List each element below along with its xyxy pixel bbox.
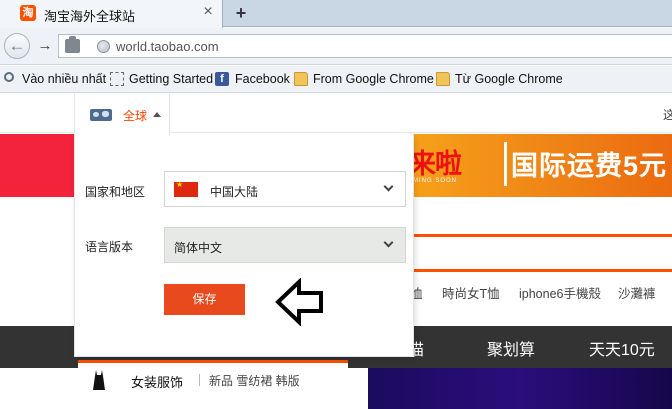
region-settings-panel: 国家和地区 中国大陆 语言版本 简体中文 保存	[74, 134, 414, 357]
banner-left[interactable]	[0, 134, 80, 197]
bookmarks-bar: Vào nhiều nhất Getting Started f Faceboo…	[0, 66, 672, 93]
language-label: 语言版本	[85, 240, 134, 254]
region-label: 全球	[123, 109, 148, 123]
folder-icon	[294, 72, 308, 86]
language-value: 简体中文	[174, 241, 223, 255]
nav-item-tiantian[interactable]: 天天10元	[589, 336, 655, 360]
save-button[interactable]: 保存	[164, 284, 245, 315]
bookmark-tu-google-chrome[interactable]: Từ Google Chrome	[455, 72, 563, 86]
topbar-right-text[interactable]: 这	[663, 106, 672, 123]
globe-icon	[97, 40, 110, 53]
category-list: 女装服饰 新品 雪纺裙 韩版	[78, 360, 348, 409]
bookmark-from-google-chrome[interactable]: From Google Chrome	[313, 72, 434, 86]
category-title[interactable]: 女装服饰	[131, 372, 183, 391]
country-select[interactable]: 中国大陆	[164, 171, 406, 207]
tab-strip: 淘 淘宝海外全球站 × +	[0, 0, 672, 28]
hot-search-link[interactable]: 沙灘褲	[618, 283, 656, 302]
hot-search-link[interactable]: iphone6手機殼	[519, 283, 601, 302]
banner-shipping-text: 国际运费5元	[511, 151, 668, 181]
search-box-top-border	[410, 234, 672, 237]
bookmark-most-visited[interactable]: Vào nhiều nhất	[22, 72, 106, 86]
banner-divider	[504, 142, 507, 186]
facebook-icon: f	[215, 72, 229, 86]
world-map-icon	[90, 109, 112, 121]
chevron-down-icon	[383, 237, 394, 248]
country-label: 国家和地区	[85, 185, 146, 199]
taobao-favicon-icon: 淘	[20, 5, 36, 21]
banner-right[interactable]: 来啦 MING SOON 国际运费5元	[405, 134, 672, 197]
url-text[interactable]: world.taobao.com	[116, 39, 219, 54]
category-separator	[199, 374, 200, 386]
forward-button[interactable]: →	[36, 36, 54, 56]
banner-left-text: 来啦	[409, 149, 462, 179]
caret-up-icon	[153, 112, 161, 117]
promo-banner[interactable]	[368, 368, 672, 409]
left-arrow-outline-icon	[275, 278, 323, 326]
language-select[interactable]: 简体中文	[164, 227, 406, 263]
hot-search-link[interactable]: 時尚女T恤	[442, 283, 500, 302]
dashed-box-icon	[110, 72, 124, 86]
country-value: 中国大陆	[210, 185, 259, 199]
address-bar[interactable]: world.taobao.com	[58, 34, 672, 58]
browser-tab[interactable]: 淘 淘宝海外全球站 ×	[0, 0, 223, 28]
tab-title: 淘宝海外全球站	[44, 9, 136, 24]
search-icon	[4, 72, 14, 82]
banner-sub-text: MING SOON	[413, 178, 458, 184]
china-flag-icon	[174, 180, 198, 197]
puzzle-icon[interactable]	[65, 36, 80, 53]
folder-icon	[436, 72, 450, 86]
page-content: 这 来啦 MING SOON 国际运费5元 恤 時尚女T恤 iphone6手機殼…	[0, 94, 672, 409]
nav-item-juhuasuan[interactable]: 聚划算	[487, 336, 535, 360]
new-tab-button[interactable]: +	[230, 3, 252, 23]
dress-icon	[93, 370, 105, 390]
category-subitems[interactable]: 新品 雪纺裙 韩版	[209, 372, 300, 389]
back-button[interactable]: ←	[4, 33, 30, 59]
navigation-bar: ← → world.taobao.com	[0, 28, 672, 65]
bookmark-facebook[interactable]: Facebook	[235, 72, 290, 86]
chevron-down-icon	[383, 181, 394, 192]
search-box-bottom-border	[410, 269, 672, 272]
region-selector[interactable]: 全球	[74, 94, 170, 135]
bookmark-getting-started[interactable]: Getting Started	[129, 72, 213, 86]
tab-close-icon[interactable]: ×	[199, 2, 217, 22]
